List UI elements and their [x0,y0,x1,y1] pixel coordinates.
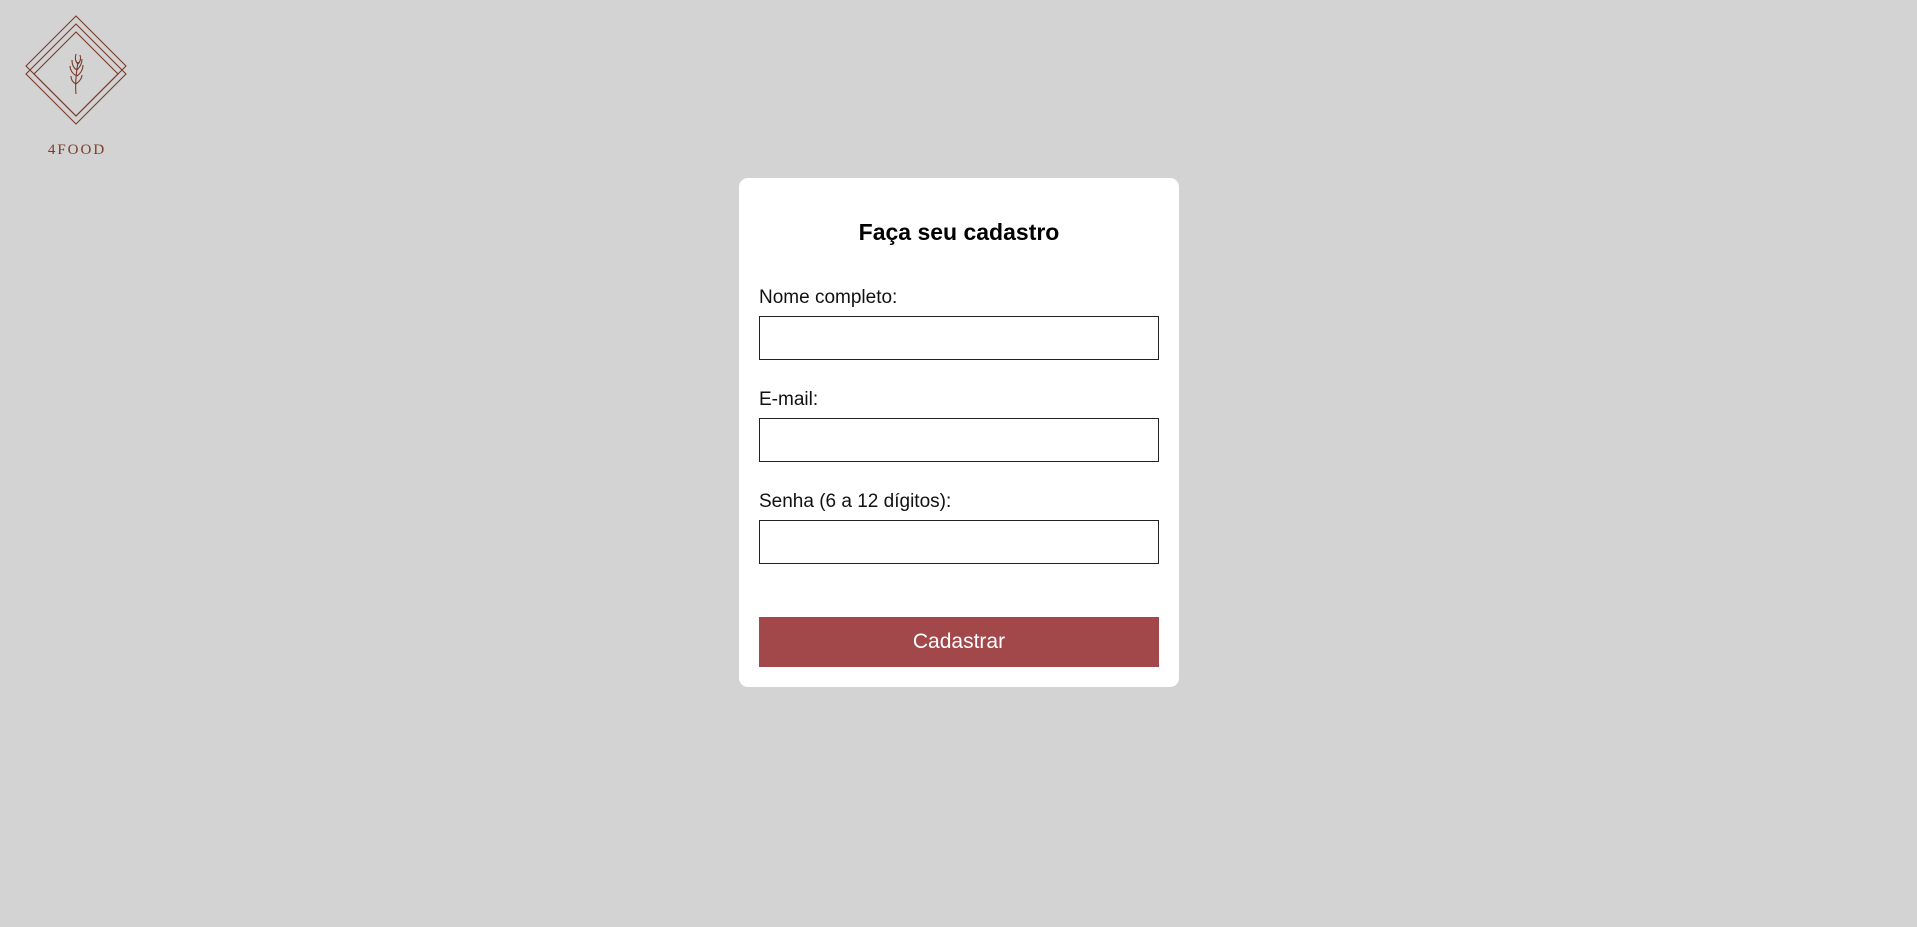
password-input[interactable] [759,520,1159,564]
full-name-input[interactable] [759,316,1159,360]
wheat-diamond-logo-icon [25,15,127,125]
email-field-group: E-mail: [759,388,1159,462]
email-label: E-mail: [759,389,819,410]
brand-name: 4FOOD [47,142,107,158]
signup-submit-button[interactable]: Cadastrar [759,617,1159,667]
form-title: Faça seu cadastro [858,219,1060,245]
brand-logo: 4FOOD [22,14,132,164]
signup-card: Faça seu cadastro Nome completo: E-mail:… [739,178,1179,687]
password-field-group: Senha (6 a 12 dígitos): [759,490,1159,564]
full-name-label: Nome completo: [759,287,898,308]
full-name-field-group: Nome completo: [759,286,1159,360]
email-input[interactable] [759,418,1159,462]
password-label: Senha (6 a 12 dígitos): [759,491,952,512]
